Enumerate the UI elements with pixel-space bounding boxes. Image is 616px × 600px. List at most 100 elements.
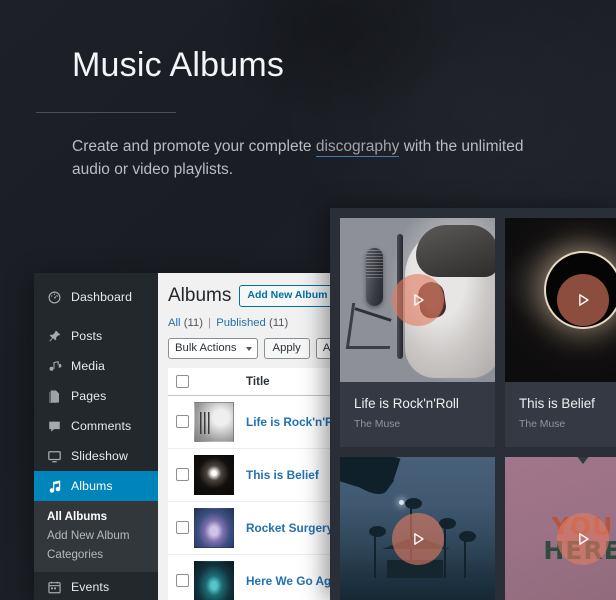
- row-checkbox[interactable]: [176, 574, 189, 588]
- row-checkbox[interactable]: [176, 415, 189, 429]
- album-card-info: This is Belief The Muse: [505, 382, 616, 447]
- albums-table: Title Life is Rock'n'Roll This is Beli: [168, 367, 330, 600]
- hero-subtitle-part1: Create and promote your complete: [72, 138, 316, 156]
- table-header-row: Title: [168, 367, 330, 396]
- album-thumbnail: [194, 560, 234, 600]
- album-card-artist: The Muse: [519, 419, 566, 431]
- row-select-cell: [168, 448, 194, 502]
- admin-content: Albums Add New Album All (11) | Publishe…: [158, 273, 330, 600]
- submenu-item-add-new-album[interactable]: Add New Album: [34, 526, 158, 545]
- discography-link[interactable]: discography: [315, 138, 400, 158]
- bulk-actions-label: Bulk Actions: [175, 341, 237, 354]
- content-header: Albums Add New Album: [168, 285, 330, 307]
- album-card[interactable]: YOU HERE: [505, 457, 616, 600]
- sidebar-label-slideshow: Slideshow: [71, 449, 128, 463]
- pin-icon: [46, 328, 62, 344]
- sidebar-item-posts[interactable]: Posts: [34, 321, 158, 351]
- table-row[interactable]: Rocket Surgery: [168, 501, 330, 555]
- submenu-item-all-albums[interactable]: All Albums: [34, 507, 158, 526]
- album-card-artist: The Muse: [354, 419, 401, 431]
- sidebar-label-pages: Pages: [71, 389, 107, 403]
- row-checkbox[interactable]: [176, 468, 189, 482]
- sidebar-item-albums[interactable]: Albums: [34, 471, 158, 501]
- monitor-icon: [46, 448, 62, 464]
- albums-submenu: All Albums Add New Album Categories: [34, 501, 158, 572]
- palm-crown: [405, 498, 423, 510]
- table-row[interactable]: Life is Rock'n'Roll: [168, 395, 330, 449]
- album-card-info: Life is Rock'n'Roll The Muse: [340, 382, 495, 447]
- album-grid: Life is Rock'n'Roll The Muse This is Bel…: [340, 218, 616, 600]
- sidebar-item-comments[interactable]: Comments: [34, 411, 158, 441]
- album-title-link[interactable]: Life is Rock'n'Roll: [246, 415, 330, 429]
- play-icon[interactable]: [556, 274, 609, 326]
- title-column-header: Title: [246, 367, 330, 396]
- album-card-title: Life is Rock'n'Roll: [354, 396, 459, 411]
- album-card[interactable]: This is Belief The Muse: [505, 218, 616, 448]
- album-title-link[interactable]: This is Belief: [246, 468, 319, 482]
- row-select-cell: [168, 554, 194, 600]
- status-filter-links: All (11) | Published (11): [168, 317, 330, 329]
- comment-icon: [46, 418, 62, 434]
- table-toolbar: Bulk Actions Apply All da: [168, 337, 330, 359]
- hero-divider: [36, 112, 176, 114]
- sidebar-label-media: Media: [71, 359, 105, 373]
- album-artwork-singer: [340, 218, 495, 382]
- album-artwork-eclipse: [505, 218, 616, 382]
- sidebar-item-events[interactable]: Events: [34, 572, 158, 600]
- play-icon[interactable]: [556, 513, 609, 566]
- moon: [398, 499, 404, 505]
- filter-published-link[interactable]: Published: [216, 317, 266, 329]
- row-title-cell: This is Belief: [246, 448, 330, 502]
- filter-all-count: (11): [183, 316, 203, 329]
- row-title-cell: Life is Rock'n'Roll: [246, 395, 330, 449]
- sidebar-top-spacer: [34, 273, 158, 282]
- page-root: Music Albums Create and promote your com…: [0, 0, 616, 600]
- sidebar-divider-1: [34, 312, 158, 321]
- sidebar-item-pages[interactable]: Pages: [34, 381, 158, 411]
- sidebar-label-comments: Comments: [71, 419, 132, 433]
- album-artwork-youhere: YOU HERE: [505, 457, 616, 600]
- sidebar-item-media[interactable]: Media: [34, 351, 158, 381]
- select-all-checkbox[interactable]: [176, 374, 189, 388]
- palm-crown: [439, 517, 457, 529]
- dates-filter-select[interactable]: All da: [315, 337, 330, 359]
- chevron-down-icon: [245, 346, 252, 351]
- album-title-link[interactable]: Here We Go Again: [246, 574, 330, 588]
- submenu-item-categories[interactable]: Categories: [34, 545, 158, 564]
- wordpress-admin-panel: Dashboard Posts Media Pages Comments Sli…: [34, 273, 330, 600]
- bulk-actions-select[interactable]: Bulk Actions: [168, 337, 258, 359]
- table-row[interactable]: This is Belief: [168, 448, 330, 502]
- filter-all-link[interactable]: All: [168, 317, 181, 329]
- table-row[interactable]: Here We Go Again: [168, 554, 330, 600]
- page-title: Music Albums: [72, 46, 285, 84]
- album-thumbnail: [194, 401, 234, 442]
- albums-heading: Albums: [168, 285, 232, 307]
- play-icon[interactable]: [391, 274, 444, 326]
- album-title-link[interactable]: Rocket Surgery: [246, 521, 330, 535]
- row-select-cell: [168, 501, 194, 555]
- dashboard-icon: [46, 289, 62, 305]
- palm-trunk: [443, 522, 446, 585]
- row-thumb-cell: [194, 501, 246, 555]
- hero-subtitle: Create and promote your complete discogr…: [72, 136, 542, 182]
- album-artwork-palms: [340, 457, 495, 600]
- row-thumb-cell: [194, 395, 246, 449]
- row-thumb-cell: [194, 554, 246, 600]
- row-checkbox[interactable]: [176, 521, 189, 535]
- arrow-nub-icon: [575, 457, 590, 465]
- water-reflection: [340, 578, 495, 600]
- filter-published-count: (11): [268, 316, 289, 329]
- dates-filter-label: All da: [322, 341, 330, 354]
- microphone-grill: [366, 247, 384, 278]
- palm-crown: [459, 530, 477, 542]
- apply-button[interactable]: Apply: [263, 337, 310, 359]
- sidebar-item-dashboard[interactable]: Dashboard: [34, 282, 158, 312]
- sidebar-item-slideshow[interactable]: Slideshow: [34, 441, 158, 471]
- album-card[interactable]: Life is Rock'n'Roll The Muse: [340, 218, 495, 448]
- add-new-album-button[interactable]: Add New Album: [239, 285, 330, 307]
- sidebar-label-posts: Posts: [71, 329, 103, 343]
- play-icon[interactable]: [391, 513, 444, 566]
- sidebar-label-dashboard: Dashboard: [71, 290, 133, 304]
- album-card[interactable]: [340, 457, 495, 600]
- media-icon: [46, 358, 62, 374]
